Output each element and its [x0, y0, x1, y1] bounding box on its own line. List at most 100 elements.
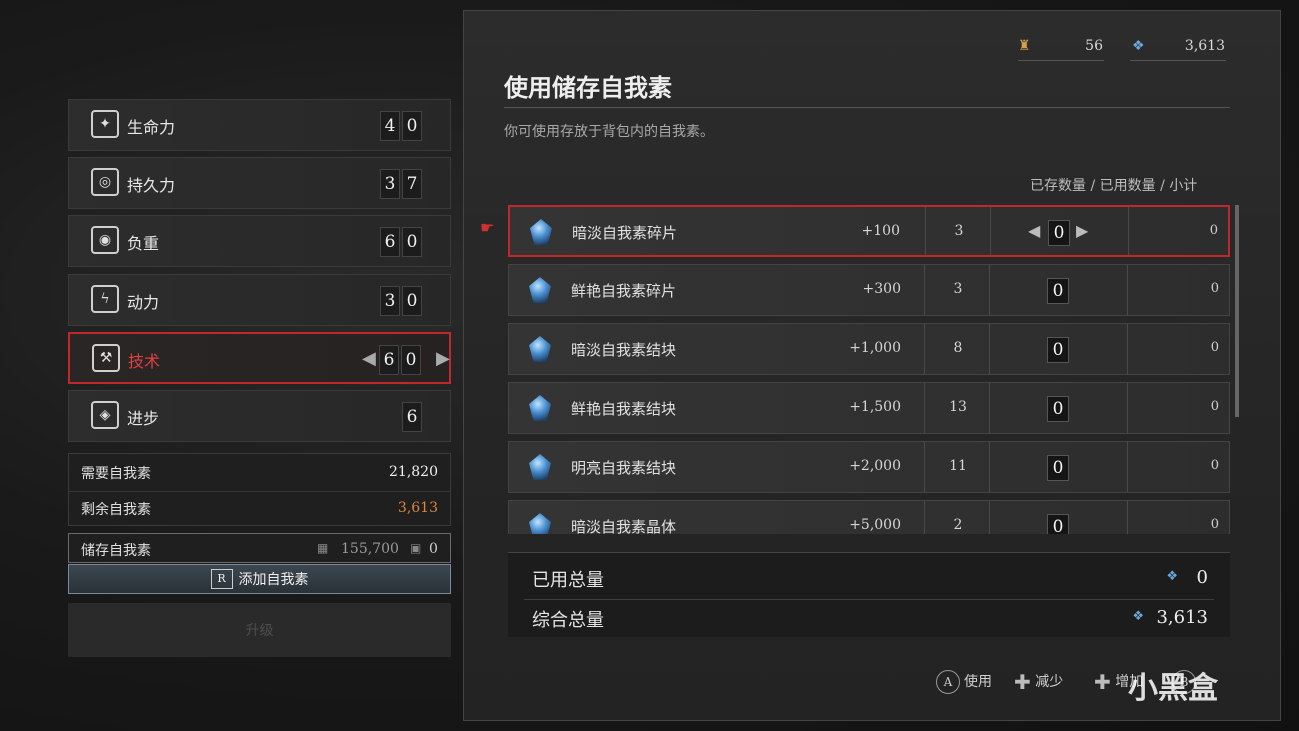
divider: [924, 324, 925, 374]
digit: 6: [379, 345, 399, 375]
stat-row-capacity[interactable]: ◉ 负重 6 0: [68, 215, 451, 267]
divider: [924, 383, 925, 433]
list-item[interactable]: 暗淡自我素结块 +1,000 8 0 0: [508, 323, 1230, 375]
stat-label: 生命力: [127, 118, 176, 137]
stat-value: 3 0: [376, 286, 426, 316]
divider: [989, 501, 990, 534]
used-quantity[interactable]: 0: [1048, 220, 1070, 246]
pointer-hand-icon: ☛: [480, 218, 495, 237]
stat-row-motivity[interactable]: ϟ 动力 3 0: [68, 274, 451, 326]
item-stored: 13: [949, 399, 967, 415]
used-quantity[interactable]: 0: [1047, 514, 1069, 534]
upgrade-label: 升级: [245, 623, 274, 639]
chevron-right-icon[interactable]: ▶: [436, 348, 450, 369]
item-name: 暗淡自我素晶体: [571, 518, 677, 534]
item-subtotal: 0: [1210, 340, 1219, 355]
divider: [990, 207, 991, 255]
stat-row-advance[interactable]: ◈ 进步 6: [68, 390, 451, 442]
divider: [524, 599, 1214, 600]
digit: 6: [402, 402, 422, 432]
used-quantity[interactable]: 0: [1047, 278, 1069, 304]
item-bonus: +2,000: [849, 458, 901, 474]
list-item[interactable]: 鲜艳自我素碎片 +300 3 0 0: [508, 264, 1230, 316]
stat-label: 负重: [127, 234, 160, 253]
item-name: 明亮自我素结块: [571, 459, 677, 477]
item-name: 鲜艳自我素碎片: [571, 282, 677, 300]
digit: 4: [380, 111, 400, 141]
divider: [1130, 60, 1226, 61]
stat-row-technique[interactable]: ⚒ 技术 ◀ 6 0 ▶: [68, 332, 451, 384]
ergo-count: 3,613: [1184, 38, 1225, 54]
list-item[interactable]: 暗淡自我素晶体 +5,000 2 0 0: [508, 500, 1230, 534]
item-name: 暗淡自我素碎片: [572, 224, 678, 242]
remaining-label: 剩余自我素: [81, 502, 151, 518]
item-subtotal: 0: [1210, 517, 1219, 532]
decrease-control[interactable]: ✚ 减少: [1014, 670, 1063, 694]
upgrade-button[interactable]: 升级: [68, 603, 451, 657]
stored-label: 储存自我素: [81, 543, 151, 559]
digit: 0: [402, 286, 422, 316]
item-stored: 2: [953, 517, 963, 533]
digit: 0: [401, 345, 421, 375]
ergo-chunk-icon: [529, 395, 551, 421]
pouch-icon: ♜: [1018, 38, 1031, 54]
ergo-shard-icon: [529, 277, 551, 303]
divider: [1127, 442, 1128, 492]
stat-label: 持久力: [127, 176, 176, 195]
scrollbar-thumb[interactable]: [1235, 205, 1239, 417]
stat-label: 技术: [128, 352, 161, 371]
ergo-chunk-icon: [529, 336, 551, 362]
item-subtotal: 0: [1210, 458, 1219, 473]
digit: 0: [402, 111, 422, 141]
item-stored: 3: [954, 223, 964, 239]
chevron-left-icon[interactable]: ◀: [1028, 221, 1040, 240]
advance-icon: ◈: [91, 401, 119, 429]
divider: [924, 265, 925, 315]
item-bonus: +100: [861, 223, 900, 239]
ergo-icon: ❖: [1132, 609, 1144, 624]
chevron-left-icon[interactable]: ◀: [362, 348, 376, 369]
ergo-shard-icon: [530, 219, 552, 245]
remaining-value: 3,613: [397, 500, 438, 516]
used-quantity[interactable]: 0: [1047, 396, 1069, 422]
stat-row-endurance[interactable]: ◎ 持久力 3 7: [68, 157, 451, 209]
divider: [1127, 265, 1128, 315]
technique-icon: ⚒: [92, 344, 120, 372]
item-stored: 3: [953, 281, 963, 297]
stat-value: 6 0: [376, 227, 426, 257]
ergo-icon: ❖: [1132, 38, 1145, 54]
divider: [1127, 501, 1128, 534]
digit: 6: [380, 227, 400, 257]
used-quantity[interactable]: 0: [1047, 337, 1069, 363]
divider: [1018, 60, 1104, 61]
stored-ergo: 储存自我素 ▦ 155,700 ▣ 0: [68, 533, 451, 563]
chevron-right-icon[interactable]: ▶: [1076, 221, 1088, 240]
list-item[interactable]: 鲜艳自我素结块 +1,500 13 0 0: [508, 382, 1230, 434]
digit: 3: [380, 169, 400, 199]
digit: 0: [402, 227, 422, 257]
used-quantity[interactable]: 0: [1047, 455, 1069, 481]
divider: [989, 265, 990, 315]
list-item[interactable]: 暗淡自我素碎片 +100 3 ◀ 0 ▶ 0: [508, 205, 1230, 257]
add-ergo-button[interactable]: R 添加自我素: [68, 564, 451, 594]
item-bonus: +300: [862, 281, 901, 297]
stat-value: 6: [398, 402, 426, 432]
divider: [69, 491, 450, 492]
use-control[interactable]: A 使用: [936, 670, 992, 694]
endurance-icon: ◎: [91, 168, 119, 196]
item-subtotal: 0: [1209, 223, 1218, 238]
divider: [989, 324, 990, 374]
decrease-label: 减少: [1035, 674, 1064, 690]
stat-row-vitality[interactable]: ✦ 生命力 4 0: [68, 99, 451, 151]
item-bonus: +1,500: [849, 399, 901, 415]
stat-value: 3 7: [376, 169, 426, 199]
divider: [1127, 324, 1128, 374]
stat-value: 4 0: [376, 111, 426, 141]
item-count: 56: [1085, 38, 1103, 54]
vitality-icon: ✦: [91, 110, 119, 138]
title-divider: [504, 107, 1230, 108]
list-item[interactable]: 明亮自我素结块 +2,000 11 0 0: [508, 441, 1230, 493]
panel-title: 使用储存自我素: [504, 73, 672, 102]
divider: [1128, 207, 1129, 255]
motivity-icon: ϟ: [91, 285, 119, 313]
